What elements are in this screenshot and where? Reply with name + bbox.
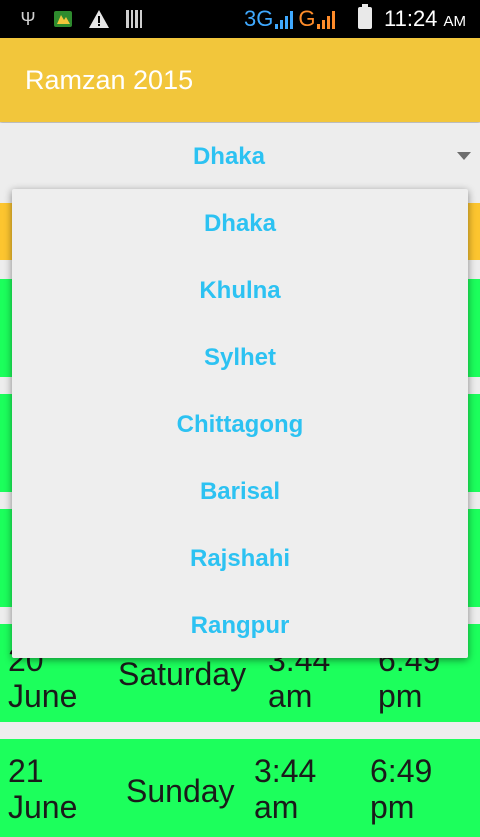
date-day: 21 — [8, 753, 44, 789]
signal-g-icon — [317, 9, 336, 29]
iftar-period: pm — [378, 678, 423, 714]
dropdown-option-sylhet[interactable]: Sylhet — [12, 324, 468, 391]
weekday-cell: Sunday — [126, 773, 235, 809]
date-month: June — [8, 789, 78, 825]
dropdown-option-dhaka[interactable]: Dhaka — [12, 190, 468, 257]
city-dropdown-menu: Dhaka Khulna Sylhet Chittagong Barisal R… — [12, 189, 468, 658]
date-cell: 21 June — [8, 753, 77, 825]
iftar-cell: 6:49 pm — [370, 753, 432, 825]
table-row: 21 June Sunday 3:44 am 6:49 pm — [0, 739, 480, 837]
dropdown-option-rangpur[interactable]: Rangpur — [12, 592, 468, 659]
sehri-time: 3:44 — [254, 753, 317, 789]
dropdown-option-chittagong[interactable]: Chittagong — [12, 391, 468, 458]
iftar-time: 6:49 — [370, 753, 433, 789]
city-spinner[interactable]: Dhaka — [0, 123, 480, 189]
spinner-selected-value: Dhaka — [192, 143, 266, 170]
dropdown-option-khulna[interactable]: Khulna — [12, 257, 468, 324]
status-bar: Ψ 3G G 11:24 AM — [0, 0, 480, 38]
sehri-period: am — [254, 789, 299, 825]
network-g-label: G — [298, 6, 316, 31]
status-clock: 11:24 AM — [384, 6, 467, 31]
usb-icon: Ψ — [20, 8, 36, 29]
sehri-period: am — [268, 678, 313, 714]
app-title: Ramzan 2015 — [25, 65, 194, 95]
app-notification-icon — [52, 8, 74, 30]
barcode-icon — [124, 8, 144, 30]
dropdown-option-barisal[interactable]: Barisal — [12, 458, 468, 525]
battery-icon — [358, 4, 372, 29]
network-3g-label: 3G — [244, 6, 274, 31]
network-indicator: 3G G — [244, 6, 336, 32]
dropdown-option-rajshahi[interactable]: Rajshahi — [12, 525, 468, 592]
warning-icon — [88, 8, 110, 30]
app-bar: Ramzan 2015 — [0, 38, 480, 122]
iftar-period: pm — [370, 789, 415, 825]
signal-3g-icon — [275, 9, 294, 29]
date-month: June — [8, 678, 78, 714]
sehri-cell: 3:44 am — [254, 753, 316, 825]
weekday-cell: Saturday — [118, 656, 247, 692]
dropdown-arrow-icon[interactable] — [457, 152, 471, 160]
